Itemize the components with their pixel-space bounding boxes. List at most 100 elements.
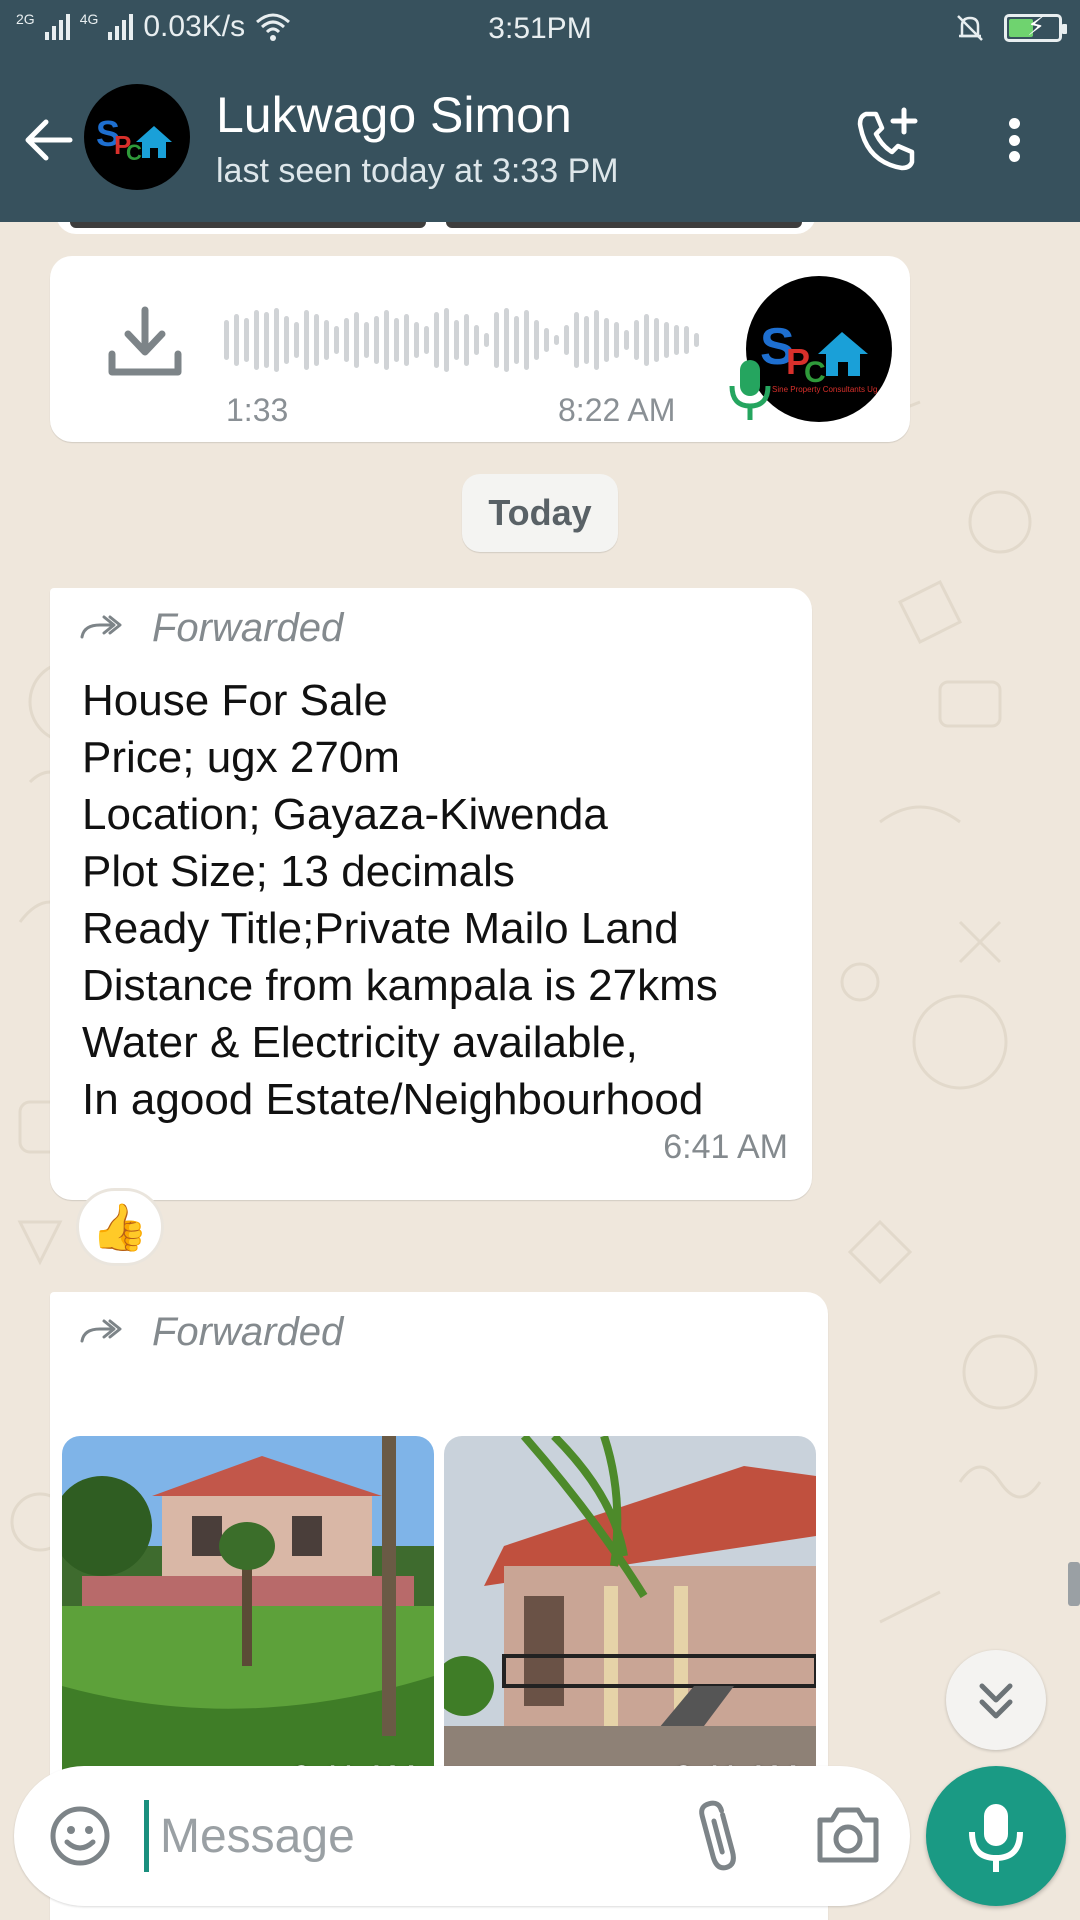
forwarded-label: Forwarded [78,1302,343,1362]
last-seen-status: last seen today at 3:33 PM [216,152,619,190]
waveform-bar [274,308,279,372]
waveform-bar [624,330,629,350]
company-logo-icon: S P C [96,113,172,165]
waveform-bar [604,318,609,362]
message-line: Plot Size; 13 decimals [82,847,515,896]
attach-icon[interactable] [688,1796,752,1876]
waveform-bar [354,312,359,368]
contact-name[interactable]: Lukwago Simon [216,86,572,144]
waveform-bar [654,318,659,362]
waveform-bar [454,320,459,360]
battery-charging-icon: ⚡ [1004,11,1067,42]
waveform-bar [564,325,569,355]
waveform-bar [574,312,579,368]
waveform-bar [294,322,299,358]
house-photo-2[interactable]: 6:41 AM [444,1436,816,1806]
waveform-bar [474,325,479,355]
waveform-bar [504,308,509,372]
forward-icon [80,615,122,639]
waveform-bar [334,326,339,354]
voice-waveform[interactable] [224,304,748,376]
text-message[interactable]: Forwarded House For Sale Price; ugx 270m… [50,588,812,1200]
waveform-bar [374,316,379,364]
waveform-bar [394,318,399,362]
emoji-icon[interactable] [48,1804,112,1868]
voice-timestamp: 8:22 AM [558,392,676,428]
microphone-icon [969,1804,1023,1872]
waveform-bar [434,312,439,368]
forwarded-text: Forwarded [152,1309,344,1354]
voice-message[interactable]: 1:33 8:22 AM S P C Sine Property Consult… [50,256,910,442]
waveform-bar [234,314,239,366]
message-line: House For Sale [82,676,388,725]
mute-bell-icon [957,15,983,41]
message-line: Distance from kampala is 27kms [82,961,718,1010]
house-image-icon [62,1436,434,1806]
add-call-icon[interactable] [852,104,922,174]
message-timestamp: 6:41 AM [663,1128,788,1166]
contact-avatar[interactable]: S P C [84,84,190,190]
message-body: House For Sale Price; ugx 270m Location;… [82,672,802,1128]
message-composer [14,1766,910,1906]
message-line: Water & Electricity available, [82,1018,638,1067]
waveform-bar [364,322,369,358]
waveform-bar [314,314,319,366]
waveform-bar [344,318,349,362]
avatar-logo-caption: Sine Property Consultants Ug [772,385,877,394]
waveform-bar [484,333,489,347]
waveform-bar [464,314,469,366]
waveform-bar [404,314,409,366]
house-photo-1[interactable]: 6:41 AM [62,1436,434,1806]
back-arrow-icon[interactable] [20,110,80,170]
message-line: Ready Title;Private Mailo Land [82,904,679,953]
waveform-bar [304,310,309,370]
waveform-bar [324,320,329,360]
message-line: In agood Estate/Neighbourhood [82,1075,704,1124]
scrollbar[interactable] [1068,1562,1080,1606]
forwarded-text: Forwarded [152,605,344,650]
waveform-bar [544,328,549,352]
message-input[interactable] [160,1796,680,1876]
waveform-bar [514,316,519,364]
waveform-bar [444,308,449,372]
waveform-bar [384,310,389,370]
waveform-bar [644,314,649,366]
forward-icon [80,1319,122,1343]
waveform-bar [244,318,249,362]
waveform-bar [584,316,589,364]
message-line: Price; ugx 270m [82,733,400,782]
message-line: Location; Gayaza-Kiwenda [82,790,608,839]
status-right: ⚡ [954,11,1067,44]
scroll-to-bottom-button[interactable] [946,1650,1046,1750]
status-time: 3:51PM [488,12,592,45]
waveform-bar [594,310,599,370]
waveform-bar [524,310,529,370]
house-image-icon [444,1436,816,1806]
forwarded-label: Forwarded [78,598,343,658]
waveform-bar [554,335,559,345]
waveform-bar [424,326,429,354]
message-list[interactable]: 1:33 8:22 AM S P C Sine Property Consult… [0,222,1080,1920]
more-options-icon[interactable] [996,110,1032,170]
chat-header: S P C Lukwago Simon last seen today at 3… [0,58,1080,222]
waveform-bar [634,320,639,360]
thumbs-up-reaction[interactable]: 👍 [76,1188,164,1266]
waveform-bar [614,322,619,358]
date-divider: Today [462,474,618,552]
waveform-bar [284,316,289,364]
camera-icon[interactable] [814,1804,882,1866]
waveform-bar [254,310,259,370]
status-bar: 2G 4G 0.03K/s 3:51PM ⚡ [0,0,1080,58]
waveform-bar [224,320,229,360]
svg-text:C: C [126,140,142,165]
waveform-bar [414,322,419,358]
waveform-bar [664,322,669,358]
download-icon[interactable] [102,302,188,382]
waveform-bar [674,325,679,355]
waveform-bar [684,326,689,354]
record-voice-button[interactable] [926,1766,1066,1906]
previous-message-edge [56,222,816,234]
text-cursor [144,1800,149,1872]
waveform-bar [264,312,269,368]
waveform-bar [494,312,499,368]
